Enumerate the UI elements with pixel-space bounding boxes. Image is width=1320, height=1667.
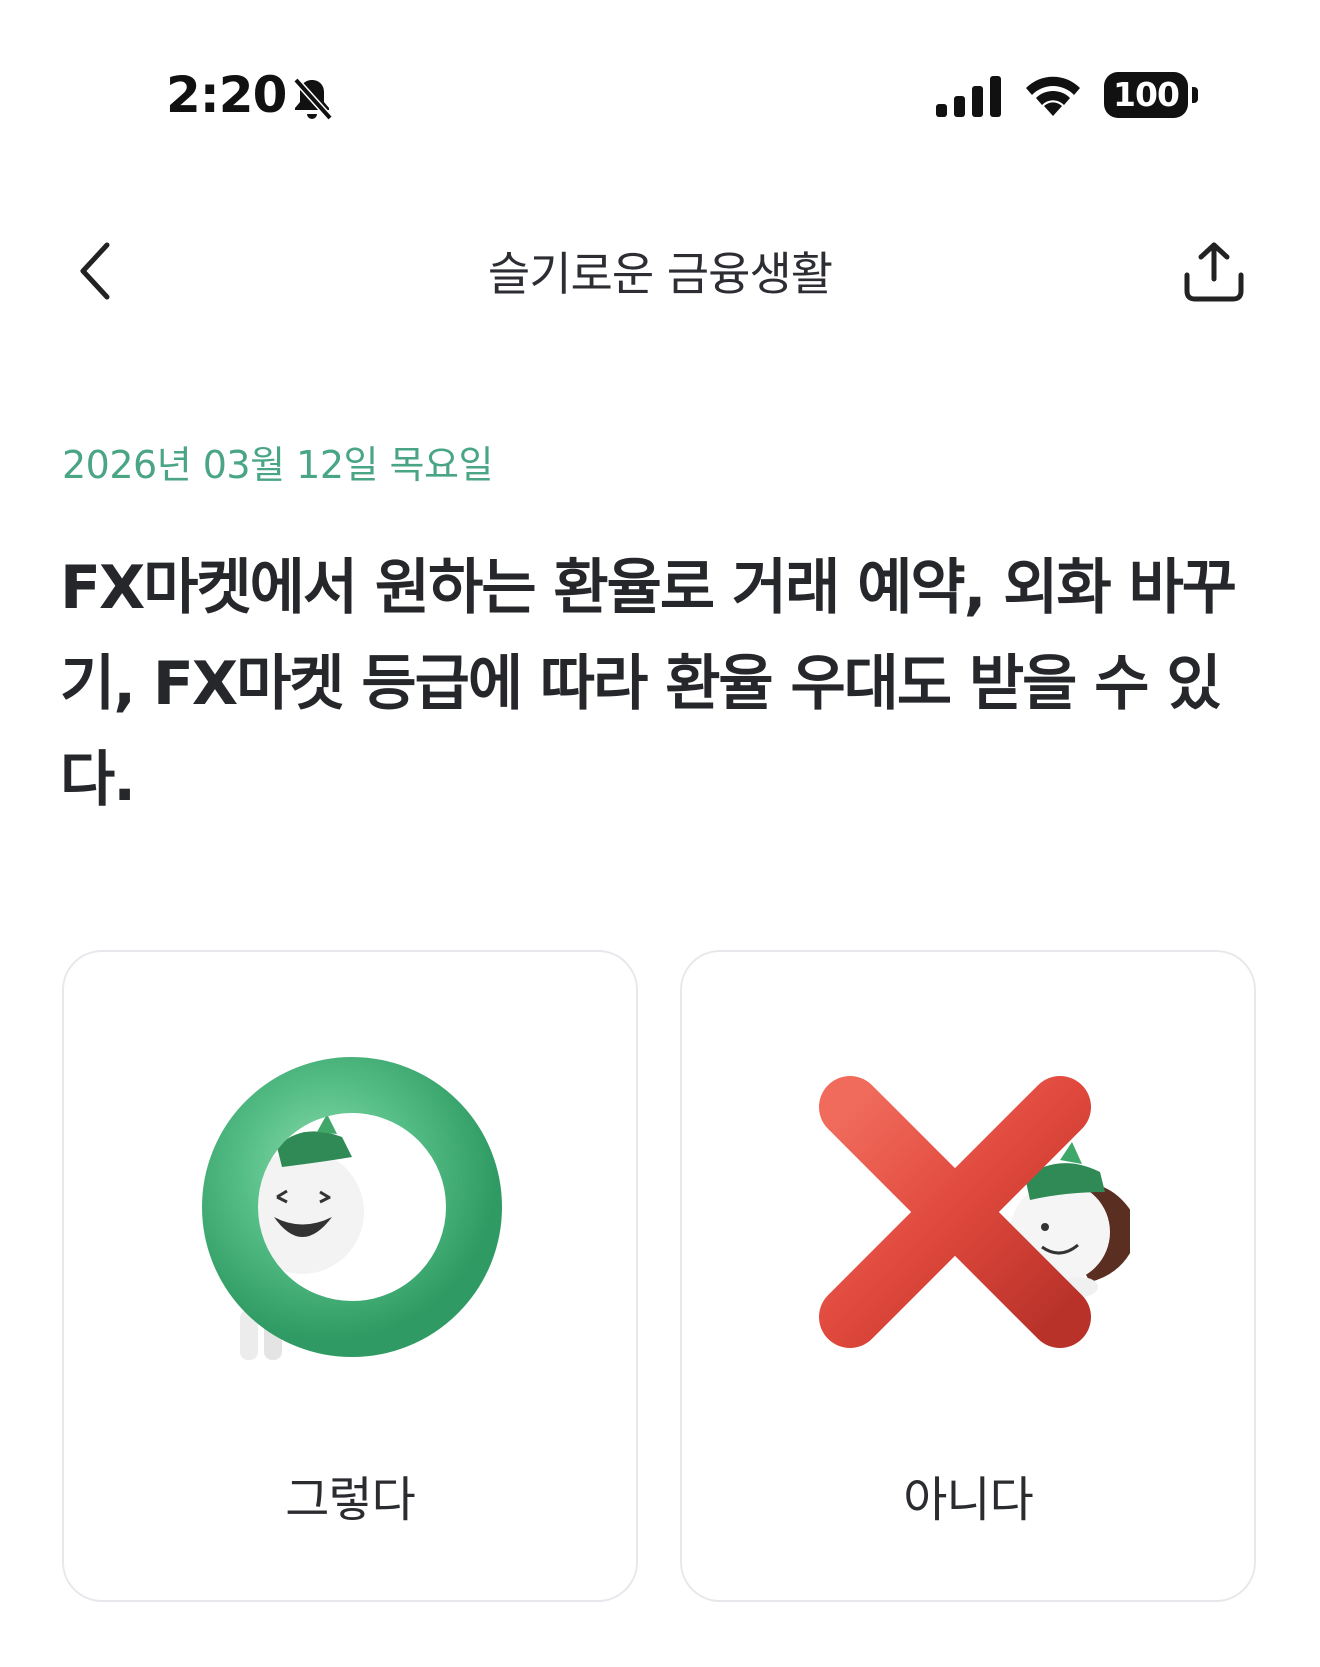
answer-no-button[interactable]: 아니다 xyxy=(680,950,1256,1602)
bell-muted-icon xyxy=(293,77,333,121)
quiz-question: FX마켓에서 원하는 환율로 거래 예약, 외화 바꾸기, FX마켓 등급에 따… xyxy=(60,553,1237,815)
quiz-date: 2026년 03월 12일 목요일 xyxy=(62,443,493,487)
battery-level: 100 xyxy=(1104,72,1188,118)
o-mark-character-icon xyxy=(202,1057,502,1360)
share-icon xyxy=(1184,242,1244,302)
share-button[interactable] xyxy=(1176,234,1252,310)
wifi-icon xyxy=(1026,76,1080,116)
answer-yes-button[interactable]: 그렇다 xyxy=(62,950,638,1602)
nav-header: 슬기로운 금융생활 xyxy=(0,220,1320,320)
battery-cap xyxy=(1192,87,1198,103)
page-title: 슬기로운 금융생활 xyxy=(487,247,833,301)
status-bar: 2:20 100 xyxy=(0,0,1320,200)
battery-indicator: 100 xyxy=(1104,72,1198,118)
answer-no-label: 아니다 xyxy=(903,1472,1033,1528)
x-mark-character-icon xyxy=(819,1076,1130,1348)
answer-yes-label: 그렇다 xyxy=(285,1472,415,1528)
cellular-signal-icon xyxy=(936,76,1001,117)
status-time: 2:20 xyxy=(166,66,287,124)
